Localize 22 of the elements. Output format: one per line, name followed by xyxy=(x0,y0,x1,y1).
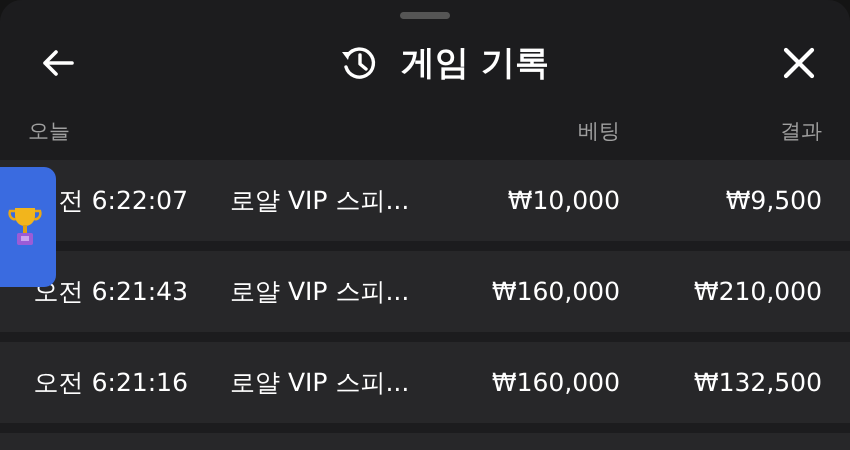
history-row[interactable]: 전 6:22:07 로얄 VIP 스피... ₩10,000 ₩9,500 xyxy=(0,160,850,241)
header-title: 게임 기록 xyxy=(401,42,549,85)
bet-cell-text: ₩160,000 xyxy=(490,277,620,306)
result-cell-text: ₩132,500 xyxy=(692,368,822,397)
game-cell-text: 로얄 VIP 스피... xyxy=(230,276,410,308)
time-cell-text: 오전 6:21:16 xyxy=(32,367,188,399)
game-cell-text: 로얄 VIP 스피... xyxy=(230,367,410,399)
result-cell-text: ₩210,000 xyxy=(692,277,822,306)
close-icon xyxy=(782,46,816,80)
result-cell-text: ₩9,500 xyxy=(724,186,822,215)
history-row[interactable]: 오전 6:21:16 로얄 VIP 스피... ₩160,000 ₩132,500 xyxy=(0,342,850,423)
bet-cell-text: ₩10,000 xyxy=(506,186,620,215)
column-header: 결과 xyxy=(779,118,822,145)
time-cell-text: 전 6:22:07 xyxy=(58,185,188,217)
drag-handle[interactable] xyxy=(400,12,450,19)
game-cell-text: 로얄 VIP 스피... xyxy=(230,185,410,217)
close-button[interactable] xyxy=(782,46,816,80)
column-header: 베팅 xyxy=(578,118,620,145)
column-header: 오늘 xyxy=(28,118,71,145)
back-button[interactable] xyxy=(40,48,76,78)
back-arrow-icon xyxy=(40,48,76,78)
bet-cell-text: ₩160,000 xyxy=(490,368,620,397)
